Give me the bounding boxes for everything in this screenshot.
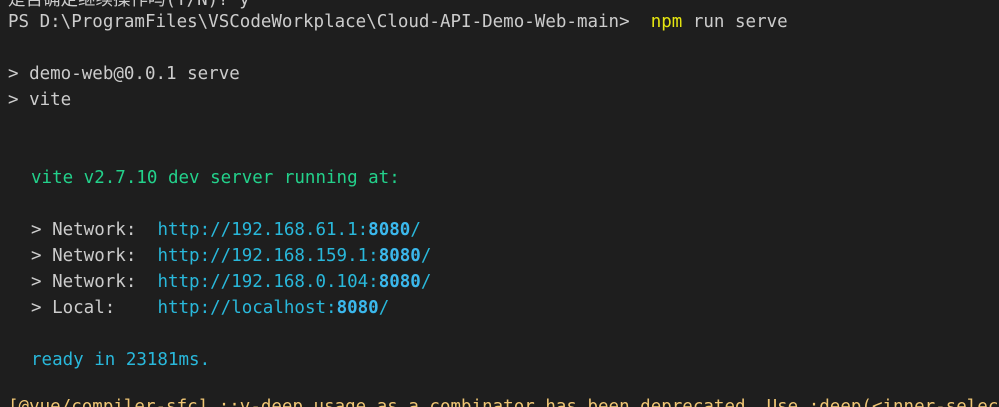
address-url-suffix[interactable]: / [379, 298, 390, 318]
script-line-serve: > demo-web@0.0.1 serve [8, 64, 240, 84]
terminal-window[interactable]: 是否确定继续操作吗(Y/N)? y PS D:\ProgramFiles\VSC… [0, 0, 999, 407]
address-url-prefix[interactable]: http://192.168.61.1: [157, 220, 368, 240]
command-args: run serve [682, 12, 788, 32]
next-output-line: [@vue/compiler-sfc] ::v-deep usage as a … [8, 397, 999, 407]
vite-banner: vite v2.7.10 dev server running at: [31, 168, 400, 188]
address-line-network-3: > Network: http://192.168.0.104:8080/ [31, 269, 431, 295]
address-line-local: > Local: http://localhost:8080/ [31, 295, 389, 321]
address-port[interactable]: 8080 [379, 246, 421, 266]
address-url-prefix[interactable]: http://192.168.0.104: [157, 272, 378, 292]
script-line-vite: > vite [8, 90, 72, 110]
address-port[interactable]: 8080 [368, 220, 410, 240]
address-url-suffix[interactable]: / [421, 272, 432, 292]
address-label: > Network: [31, 220, 158, 240]
address-url-prefix[interactable]: http://192.168.159.1: [157, 246, 378, 266]
command-npm: npm [650, 12, 683, 32]
address-port[interactable]: 8080 [337, 298, 379, 318]
address-url-suffix[interactable]: / [421, 246, 432, 266]
address-label: > Network: [31, 246, 158, 266]
address-url-suffix[interactable]: / [410, 220, 421, 240]
command-prompt-line: PS D:\ProgramFiles\VSCodeWorkplace\Cloud… [8, 9, 788, 35]
address-url-prefix[interactable]: http://localhost: [157, 298, 336, 318]
address-line-network-2: > Network: http://192.168.159.1:8080/ [31, 243, 431, 269]
address-label: > Network: [31, 272, 158, 292]
address-label: > Local: [31, 298, 158, 318]
address-line-network-1: > Network: http://192.168.61.1:8080/ [31, 217, 421, 243]
prompt-path: PS D:\ProgramFiles\VSCodeWorkplace\Cloud… [8, 12, 641, 32]
ready-status: ready in 23181ms. [31, 350, 211, 370]
address-port[interactable]: 8080 [379, 272, 421, 292]
